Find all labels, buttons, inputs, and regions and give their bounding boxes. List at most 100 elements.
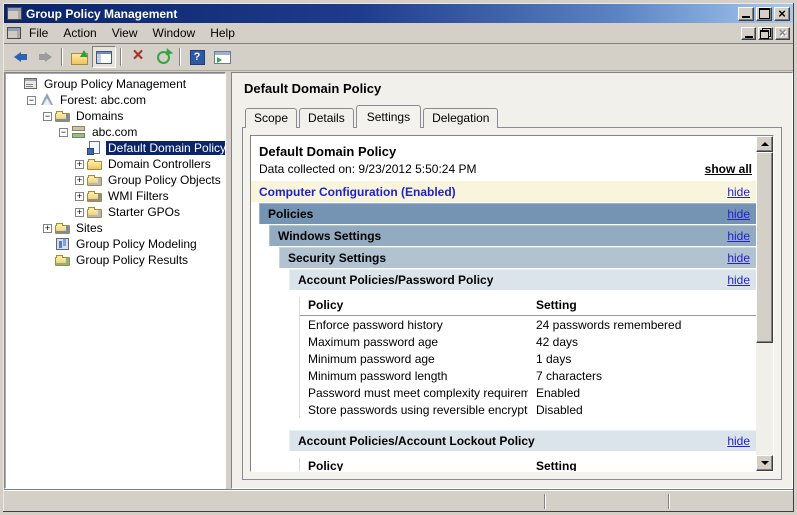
table-header-cell: Setting — [528, 458, 756, 471]
tab-strip: Scope Details Settings Delegation — [242, 104, 782, 127]
plus-expander-icon[interactable]: + — [75, 176, 84, 185]
scrollbar-thumb[interactable] — [756, 152, 773, 343]
tree-item-label[interactable]: abc.com — [90, 125, 139, 139]
close-icon[interactable] — [774, 7, 790, 21]
plus-expander-icon[interactable]: + — [43, 224, 52, 233]
status-pane-1 — [546, 494, 668, 509]
table-row: Maximum password age42 days — [300, 333, 756, 350]
tree-item-label[interactable]: Group Policy Management — [42, 77, 188, 91]
mdi-minimize-icon[interactable] — [741, 27, 756, 40]
domains-folder-icon — [55, 109, 71, 123]
plus-expander-icon[interactable]: + — [75, 208, 84, 217]
section-label: Computer Configuration (Enabled) — [259, 185, 456, 199]
tab-details[interactable]: Details — [299, 108, 354, 128]
tree-item-label[interactable]: Group Policy Objects — [106, 173, 223, 187]
tab-delegation[interactable]: Delegation — [423, 108, 498, 128]
up-one-level-icon — [71, 50, 88, 64]
toolbar-separator — [61, 48, 63, 66]
page-title: Default Domain Policy — [244, 81, 782, 96]
tree-item-group-policy-management[interactable]: Group Policy Management — [5, 76, 225, 92]
mdi-restore-icon[interactable] — [758, 27, 773, 40]
sites-folder-icon — [55, 221, 71, 235]
hide-link[interactable]: hide — [727, 229, 750, 243]
table-row: Enforce password history24 passwords rem… — [300, 316, 756, 333]
tree-item-label[interactable]: WMI Filters — [106, 189, 171, 203]
tree-item-label[interactable]: Default Domain Policy — [106, 141, 226, 155]
toolbar-separator — [120, 48, 122, 66]
forward-button[interactable] — [33, 46, 57, 68]
export-list-icon — [214, 51, 231, 64]
export-list-button[interactable] — [210, 46, 234, 68]
hide-link[interactable]: hide — [727, 434, 750, 448]
tree-item-starter-gpos[interactable]: + Starter GPOs — [5, 204, 225, 220]
tree-item-label[interactable]: Domain Controllers — [106, 157, 213, 171]
hide-link[interactable]: hide — [727, 185, 750, 199]
account-lockout-table: PolicySettingAccount lockout threshold0 … — [299, 458, 756, 471]
data-collected-row: Data collected on: 9/23/2012 5:50:24 PM … — [251, 161, 756, 179]
table-row: Password must meet complexity requiremen… — [300, 384, 756, 401]
mdi-child-icon[interactable] — [7, 27, 21, 39]
scrollbar-track[interactable] — [756, 343, 773, 455]
hide-link[interactable]: hide — [727, 273, 750, 287]
tree-item-group-policy-results[interactable]: Group Policy Results — [5, 252, 225, 268]
tree-item-label[interactable]: Forest: abc.com — [58, 93, 148, 107]
scroll-down-icon[interactable] — [756, 455, 773, 471]
gpo-folder-icon — [87, 173, 103, 187]
table-cell: Enabled — [528, 385, 756, 401]
show-all-link[interactable]: show all — [705, 162, 752, 176]
tree-item-label[interactable]: Domains — [74, 109, 125, 123]
tree-item-sites[interactable]: + Sites — [5, 220, 225, 236]
maximize-icon[interactable] — [756, 7, 772, 21]
tree-item-label[interactable]: Group Policy Modeling — [74, 237, 199, 251]
menu-action[interactable]: Action — [56, 24, 103, 43]
tree-item-label[interactable]: Group Policy Results — [74, 253, 190, 267]
tree-item-label[interactable]: Starter GPOs — [106, 205, 182, 219]
table-cell: 42 days — [528, 334, 756, 350]
tree-item-group-policy-objects[interactable]: + Group Policy Objects — [5, 172, 225, 188]
show-console-tree-button[interactable] — [92, 46, 116, 68]
help-button[interactable] — [185, 46, 209, 68]
tab-settings[interactable]: Settings — [356, 105, 421, 128]
up-one-level-button[interactable] — [67, 46, 91, 68]
tree-item-forest-abc-com[interactable]: − Forest: abc.com — [5, 92, 225, 108]
hide-link[interactable]: hide — [727, 251, 750, 265]
menu-help[interactable]: Help — [203, 24, 242, 43]
vertical-scrollbar[interactable] — [756, 136, 773, 471]
minus-expander-icon[interactable]: − — [27, 96, 36, 105]
gpmc-window: Group Policy Management File Action View… — [0, 0, 797, 515]
plus-expander-icon[interactable]: + — [75, 192, 84, 201]
menu-view[interactable]: View — [105, 24, 145, 43]
refresh-icon — [157, 51, 170, 64]
hide-link[interactable]: hide — [727, 207, 750, 221]
table-row: Minimum password length7 characters — [300, 367, 756, 384]
delete-button[interactable] — [126, 46, 150, 68]
forest-icon — [39, 93, 55, 107]
settings-tab-page: Default Domain Policy Data collected on:… — [242, 127, 782, 480]
modeling-icon — [55, 237, 71, 251]
minimize-icon[interactable] — [738, 7, 754, 21]
minus-expander-icon[interactable]: − — [59, 128, 68, 137]
tree-item-abc-com[interactable]: − abc.com — [5, 124, 225, 140]
menu-file[interactable]: File — [22, 24, 55, 43]
tree-item-domain-controllers[interactable]: + Domain Controllers — [5, 156, 225, 172]
section-label: Policies — [268, 207, 313, 221]
tree-item-default-domain-policy[interactable]: Default Domain Policy — [5, 140, 225, 156]
tree-item-group-policy-modeling[interactable]: Group Policy Modeling — [5, 236, 225, 252]
results-folder-icon — [55, 253, 71, 267]
section-windows-settings: Windows Settings hide — [269, 225, 756, 246]
tree-item-domains[interactable]: − Domains — [5, 108, 225, 124]
table-header-row: PolicySetting — [300, 297, 756, 316]
table-cell: Enforce password history — [300, 317, 528, 333]
menu-window[interactable]: Window — [146, 24, 203, 43]
back-button[interactable] — [8, 46, 32, 68]
plus-expander-icon[interactable]: + — [75, 160, 84, 169]
table-cell: 7 characters — [528, 368, 756, 384]
tab-scope[interactable]: Scope — [245, 108, 297, 128]
section-password-policy: Account Policies/Password Policy hide — [289, 269, 756, 290]
minus-expander-icon[interactable]: − — [43, 112, 52, 121]
refresh-button[interactable] — [151, 46, 175, 68]
scroll-up-icon[interactable] — [756, 136, 773, 152]
tree-item-wmi-filters[interactable]: + WMI Filters — [5, 188, 225, 204]
tree-item-label[interactable]: Sites — [74, 221, 105, 235]
toolbar — [4, 44, 793, 71]
